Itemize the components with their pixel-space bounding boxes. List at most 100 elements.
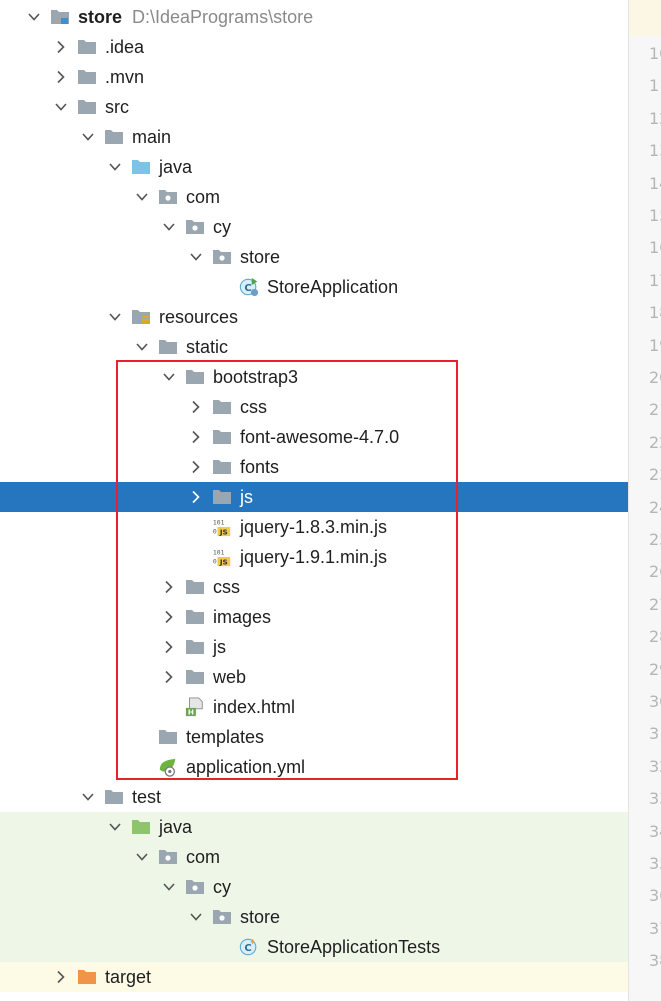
chevron-right-icon[interactable] xyxy=(186,397,206,417)
line-number: 21 xyxy=(649,400,661,420)
tree-item-resources[interactable]: resources xyxy=(0,302,628,332)
chevron-right-icon[interactable] xyxy=(186,457,206,477)
tree-item-css[interactable]: css xyxy=(0,392,628,422)
line-number: 30 xyxy=(649,692,661,711)
tree-item-label: font-awesome-4.7.0 xyxy=(240,426,400,447)
chevron-right-icon[interactable] xyxy=(51,37,71,57)
tree-item-label: StoreApplication xyxy=(267,276,399,297)
tree-item-label: target xyxy=(105,966,152,987)
tree-item-java[interactable]: java xyxy=(0,812,628,842)
chevron-down-icon[interactable] xyxy=(159,217,179,237)
tree-item-js[interactable]: js xyxy=(0,632,628,662)
svg-text:C: C xyxy=(244,283,251,294)
tree-item-images[interactable]: images xyxy=(0,602,628,632)
chevron-down-icon[interactable] xyxy=(105,817,125,837)
line-number: 25 xyxy=(649,530,661,549)
tree-item-css[interactable]: css xyxy=(0,572,628,602)
tree-item-src[interactable]: src xyxy=(0,92,628,122)
project-tree[interactable]: store D:\IdeaPrograms\store .idea .mvn src ma… xyxy=(0,0,628,1001)
tree-item-test[interactable]: test xyxy=(0,782,628,812)
chevron-right-icon[interactable] xyxy=(51,67,71,87)
tree-item-application-yml[interactable]: application.yml xyxy=(0,752,628,782)
tree-item-jquery-1-9-1-min-js[interactable]: 101 0 JS jquery-1.9.1.min.js xyxy=(0,542,628,572)
chevron-down-icon[interactable] xyxy=(186,247,206,267)
folder-icon xyxy=(158,727,178,747)
package-icon xyxy=(185,217,205,237)
package-icon xyxy=(158,187,178,207)
folder-icon xyxy=(185,667,205,687)
tree-item-label: web xyxy=(213,666,247,687)
chevron-down-icon[interactable] xyxy=(186,907,206,927)
tree-item-cy[interactable]: cy xyxy=(0,872,628,902)
folder-icon xyxy=(77,97,97,117)
tree-item-label: static xyxy=(186,336,229,357)
tree-item-storeapplicationtests[interactable]: C StoreApplicationTests xyxy=(0,932,628,962)
tree-item-store[interactable]: store xyxy=(0,242,628,272)
tree-item-static[interactable]: static xyxy=(0,332,628,362)
chevron-down-icon[interactable] xyxy=(159,367,179,387)
chevron-down-icon[interactable] xyxy=(105,307,125,327)
chevron-right-icon[interactable] xyxy=(186,427,206,447)
tree-item-label: index.html xyxy=(213,696,296,717)
line-number: 17 xyxy=(649,270,661,290)
tree-item-java[interactable]: java xyxy=(0,152,628,182)
tree-item-font-awesome-4-7-0[interactable]: font-awesome-4.7.0 xyxy=(0,422,628,452)
tree-item-web[interactable]: web xyxy=(0,662,628,692)
tree-item-storeapplication[interactable]: C StoreApplication xyxy=(0,272,628,302)
chevron-right-icon[interactable] xyxy=(186,487,206,507)
tree-item-label: src xyxy=(105,96,129,117)
tree-item-com[interactable]: com xyxy=(0,842,628,872)
chevron-right-icon[interactable] xyxy=(159,577,179,597)
tree-item-store[interactable]: store D:\IdeaPrograms\store xyxy=(0,2,628,32)
tree-item-label: java xyxy=(159,816,193,837)
tree-item-js[interactable]: js xyxy=(0,482,628,512)
chevron-down-icon[interactable] xyxy=(105,157,125,177)
svg-text:H: H xyxy=(188,708,194,717)
chevron-right-icon[interactable] xyxy=(159,607,179,627)
tree-item-target[interactable]: target xyxy=(0,962,628,992)
line-number: 20 xyxy=(649,368,661,387)
tree-item-label: store xyxy=(240,906,281,927)
tree-item--idea[interactable]: .idea xyxy=(0,32,628,62)
chevron-right-icon[interactable] xyxy=(159,637,179,657)
folder-icon xyxy=(104,127,124,147)
line-number: 16 xyxy=(649,238,661,258)
chevron-down-icon[interactable] xyxy=(24,7,44,27)
line-number: 34 xyxy=(649,821,661,841)
tree-item-cy[interactable]: cy xyxy=(0,212,628,242)
tree-item-bootstrap3[interactable]: bootstrap3 xyxy=(0,362,628,392)
package-icon xyxy=(212,907,232,927)
tree-item-main[interactable]: main xyxy=(0,122,628,152)
chevron-down-icon[interactable] xyxy=(78,787,98,807)
line-number: 15 xyxy=(649,206,661,225)
line-number: 13 xyxy=(649,141,661,161)
chevron-down-icon[interactable] xyxy=(159,877,179,897)
chevron-down-icon[interactable] xyxy=(78,127,98,147)
svg-text:JS: JS xyxy=(219,557,228,566)
chevron-down-icon[interactable] xyxy=(51,97,71,117)
chevron-down-icon[interactable] xyxy=(132,187,152,207)
tree-item-index-html[interactable]: Hindex.html xyxy=(0,692,628,722)
chevron-right-icon[interactable] xyxy=(51,967,71,987)
tree-item--mvn[interactable]: .mvn xyxy=(0,62,628,92)
package-icon xyxy=(212,247,232,267)
tree-item-label: fonts xyxy=(240,456,280,477)
tree-item-label: bootstrap3 xyxy=(213,366,299,387)
line-number: 36 xyxy=(649,886,661,906)
chevron-down-icon[interactable] xyxy=(132,337,152,357)
chevron-down-icon[interactable] xyxy=(132,847,152,867)
chevron-right-icon[interactable] xyxy=(159,667,179,687)
svg-text:0: 0 xyxy=(213,558,217,565)
folder-icon xyxy=(158,337,178,357)
tree-item-jquery-1-8-3-min-js[interactable]: 101 0 JS jquery-1.8.3.min.js xyxy=(0,512,628,542)
line-number: 11 xyxy=(649,76,661,96)
tree-item-label: com xyxy=(186,846,221,867)
tree-item-templates[interactable]: templates xyxy=(0,722,628,752)
tree-item-fonts[interactable]: fonts xyxy=(0,452,628,482)
line-number: 26 xyxy=(649,562,661,582)
line-number: 22 xyxy=(649,432,661,452)
tree-item-store[interactable]: store xyxy=(0,902,628,932)
tree-item-com[interactable]: com xyxy=(0,182,628,212)
